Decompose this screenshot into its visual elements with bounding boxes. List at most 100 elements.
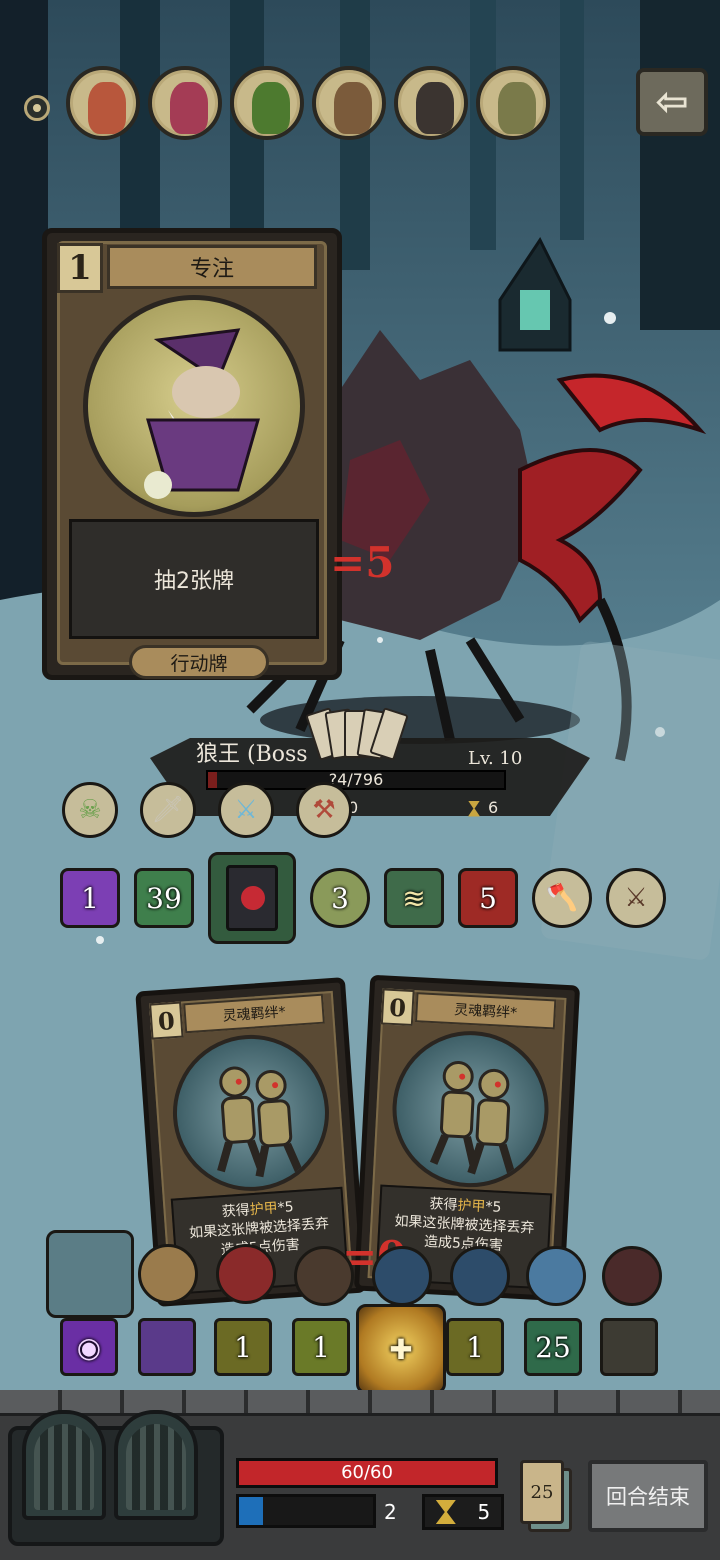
tarot-card-icon-value: 1 <box>81 881 99 915</box>
boot-icon[interactable]: 1 <box>446 1318 504 1376</box>
end-turn-button[interactable]: 回合结束 <box>588 1460 708 1532</box>
book-cover-icon <box>226 865 278 931</box>
cannon-icon[interactable] <box>138 1244 198 1304</box>
enemy-intent-row: ☠ 🗡 ⚔ ⚒ <box>62 782 352 838</box>
player-mana-bar <box>236 1494 376 1528</box>
eye-glyph: ◉ <box>76 1330 102 1364</box>
player-mana-value: 2 <box>384 1500 397 1524</box>
boss-turns-number: 6 <box>488 798 499 817</box>
crossed-blades-icon[interactable]: ⚔ <box>606 868 666 928</box>
monster-party-icon[interactable] <box>600 1318 658 1376</box>
twin-blade-icon-glyph: ⚒ <box>312 795 336 825</box>
shield-cross-glyph: ✚ <box>389 1332 413 1366</box>
herb-icon-value: 25 <box>535 1330 571 1364</box>
wolf-claw-icon[interactable] <box>372 1246 432 1306</box>
book-seal-icon <box>241 886 265 910</box>
tarot-card-icon[interactable]: 1 <box>60 868 120 928</box>
back-button[interactable]: ⇦ <box>636 68 708 136</box>
holy-shield-icon[interactable]: ✚ <box>356 1304 446 1394</box>
poison-icon[interactable]: 39 <box>134 868 194 928</box>
eye-icon[interactable]: ◉ <box>60 1318 118 1376</box>
card-line-1-suffix: *5 <box>485 1199 502 1216</box>
map-icon-glyph: 3 <box>331 881 349 915</box>
card-cost: 0 <box>380 988 415 1027</box>
portrait-ogre[interactable] <box>476 66 550 140</box>
hourglass-icon <box>468 800 480 817</box>
boot-icon[interactable]: 1 <box>292 1318 350 1376</box>
axe-icon[interactable]: 🪓 <box>532 868 592 928</box>
wizard-art <box>83 295 305 517</box>
ranger-figure-icon <box>88 82 126 134</box>
player-turn-counter: 5 <box>422 1494 504 1530</box>
curse-icon[interactable] <box>138 1318 196 1376</box>
arrow-left-icon: ⇦ <box>655 79 689 125</box>
sword-icon[interactable]: 🗡 <box>140 782 196 838</box>
card-description: 抽2张牌 <box>69 519 319 639</box>
wizard-illustration <box>144 328 260 499</box>
card-line-1-prefix: 获得 <box>429 1196 458 1214</box>
draw-pile-button[interactable]: 25 <box>520 1460 564 1524</box>
puppet-illustration <box>429 1060 516 1175</box>
scroll-icon-value: ≋ <box>402 881 426 915</box>
hood-icon[interactable] <box>294 1246 354 1306</box>
hero-door-right[interactable] <box>114 1410 198 1520</box>
boss-turn-counter: 6 <box>468 798 498 817</box>
hourglass-icon <box>435 1500 456 1524</box>
boot-icon[interactable]: 1 <box>214 1318 272 1376</box>
card-line-1-suffix: *5 <box>277 1199 295 1217</box>
ogre-figure-icon <box>498 82 536 134</box>
ice-blade-icon-glyph: ⚔ <box>234 795 258 825</box>
axe-icon-glyph: 🪓 <box>545 883 579 913</box>
portrait-brawler[interactable] <box>312 66 386 140</box>
portrait-plague-doctor[interactable] <box>394 66 468 140</box>
card-keyword: 护甲 <box>457 1197 486 1216</box>
demon-figure-icon <box>170 82 208 134</box>
sword-icon-glyph: 🗡 <box>151 795 185 825</box>
player-turns-number: 5 <box>477 1500 491 1524</box>
twin-blade-icon[interactable]: ⚒ <box>296 782 352 838</box>
boot-icon-value: 1 <box>234 1330 252 1364</box>
boot-icon-value: 1 <box>466 1330 484 1364</box>
bat-icon[interactable] <box>450 1246 510 1306</box>
boot-icon-value: 1 <box>312 1330 330 1364</box>
rage-icon[interactable]: 5 <box>458 868 518 928</box>
goblin-figure-icon <box>252 82 290 134</box>
boss-level: Lv. 10 <box>468 748 523 769</box>
card-line-1-prefix: 获得 <box>221 1202 251 1221</box>
menu-dot-button[interactable] <box>24 95 50 121</box>
herb-icon[interactable]: 25 <box>524 1318 582 1376</box>
hero-door-left[interactable] <box>22 1410 106 1520</box>
player-mana-fill <box>239 1497 264 1525</box>
lightning-icon[interactable] <box>526 1246 586 1306</box>
zombie-icon[interactable]: ☠ <box>62 782 118 838</box>
crossed-blades-icon-glyph: ⚔ <box>624 883 648 913</box>
zombie-icon-glyph: ☠ <box>78 795 102 825</box>
bookshelf-icon[interactable] <box>46 1230 134 1318</box>
boss-name: 狼王 (Boss <box>196 742 308 767</box>
enemy-portrait-row <box>66 66 550 140</box>
vampire-icon[interactable] <box>602 1246 662 1306</box>
enemy-status-row: 1 39 3 ≋ 5 🪓 ⚔ <box>60 852 666 944</box>
scroll-icon[interactable]: ≋ <box>384 868 444 928</box>
hooded-mage-icon[interactable] <box>216 1244 276 1304</box>
card-title: 专注 <box>107 245 317 289</box>
map-icon[interactable]: 3 <box>310 868 370 928</box>
portrait-demon[interactable] <box>148 66 222 140</box>
wall-bricks <box>0 1390 720 1416</box>
card-cost: 0 <box>149 1001 184 1040</box>
plague-doctor-figure-icon <box>416 82 454 134</box>
card-keyword: 护甲 <box>249 1200 279 1219</box>
grimoire-icon[interactable] <box>208 852 296 944</box>
rage-icon-value: 5 <box>479 881 497 915</box>
card-cost: 1 <box>57 243 103 293</box>
player-hp-text: 60/60 <box>341 1462 393 1483</box>
card-type-label: 行动牌 <box>129 645 269 679</box>
portrait-ranger[interactable] <box>66 66 140 140</box>
portrait-goblin[interactable] <box>230 66 304 140</box>
ice-blade-icon[interactable]: ⚔ <box>218 782 274 838</box>
enemy-deck-fan <box>305 707 416 764</box>
card-detail-panel[interactable]: 1 专注 抽2张牌 行动牌 <box>42 228 342 680</box>
brawler-figure-icon <box>334 82 372 134</box>
poison-icon-value: 39 <box>146 881 182 915</box>
damage-number: =5 <box>330 538 395 587</box>
